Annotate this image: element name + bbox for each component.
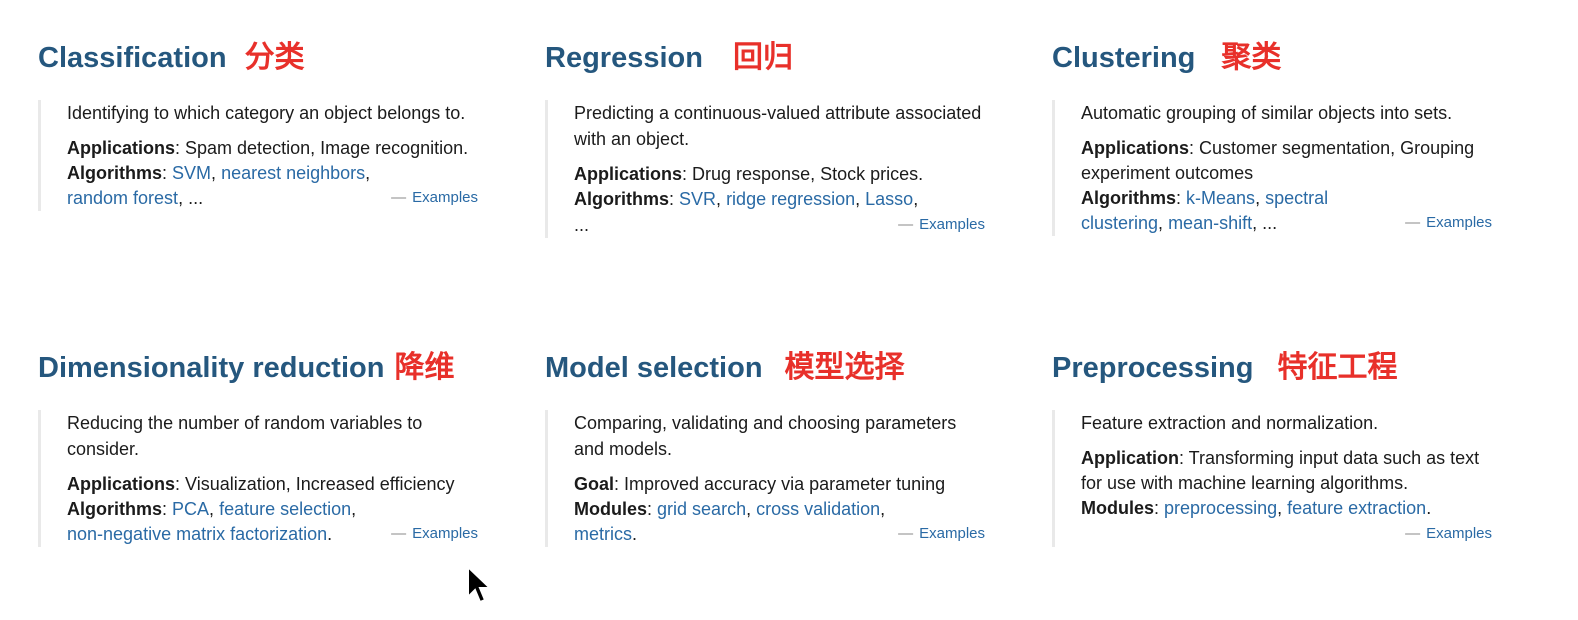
link-k-means[interactable]: k-Means [1186,188,1255,208]
link-non-negative-matrix-factorization[interactable]: non-negative matrix factorization [67,524,327,544]
modules-row: Modules: preprocessing, feature extracti… [1081,498,1432,518]
algorithms-label: Algorithms [67,499,163,519]
card-model-selection: Model selection 模型选择 Comparing, validati… [545,340,1025,547]
algorithms-row: Algorithms: k-Means, spectral clustering… [1081,186,1492,236]
card-description: Identifying to which category an object … [67,103,466,123]
applications-label: Applications [574,164,683,184]
algorithms-row: Algorithms: PCA, feature selection, non-… [67,497,478,547]
examples-link[interactable]: — Examples [898,212,985,238]
card-description: Reducing the number of random variables … [67,413,423,459]
algorithms-row: Algorithms: SVR, ridge regression, Lasso… [574,189,919,209]
card-title[interactable]: Preprocessing [1052,352,1253,385]
card-title-chinese: 模型选择 [784,350,905,385]
examples-link[interactable]: — Examples [391,521,478,547]
link-ridge-regression[interactable]: ridge regression [726,189,855,209]
card-body: Feature extraction and normalization. Ap… [1052,410,1492,547]
card-header: Model selection 模型选择 [545,340,1025,400]
card-description: Feature extraction and normalization. [1081,413,1379,433]
card-title-chinese: 特征工程 [1277,350,1398,385]
applications-label: Applications [67,474,176,494]
applications-row: Applications: Drug response, Stock price… [574,162,985,187]
link-lasso[interactable]: Lasso [865,189,913,209]
examples-row: ... — Examples [574,212,985,238]
link-preprocessing[interactable]: preprocessing [1164,498,1277,518]
card-dimensionality-reduction: Dimensionality reduction 降维 Reducing the… [38,340,518,547]
card-header: Preprocessing 特征工程 [1052,340,1532,400]
link-feature-extraction[interactable]: feature extraction [1287,498,1426,518]
card-body: Comparing, validating and choosing param… [545,410,985,547]
card-title[interactable]: Dimensionality reduction [38,352,384,385]
card-header: Regression 回归 [545,30,1025,90]
card-body: Identifying to which category an object … [38,100,478,211]
card-body: Predicting a continuous-valued attribute… [545,100,985,238]
link-metrics[interactable]: metrics [574,524,632,544]
card-title-chinese: 回归 [732,40,793,75]
goal-label: Goal [574,474,615,494]
algorithms-label: Algorithms [574,189,670,209]
algorithms-row: Algorithms: SVM, nearest neighbors, rand… [67,161,478,211]
examples-link[interactable]: — Examples [898,521,985,547]
mouse-pointer-icon [467,565,492,604]
goal-text: : Improved accuracy via parameter tuning [614,474,946,494]
ellipsis: ... [188,188,204,208]
algorithms-label: Algorithms [67,163,163,183]
card-preprocessing: Preprocessing 特征工程 Feature extraction an… [1052,340,1532,547]
card-description: Comparing, validating and choosing param… [574,413,957,459]
applications-text: : Drug response, Stock prices. [682,164,924,184]
card-title-chinese: 降维 [394,350,455,385]
link-feature-selection[interactable]: feature selection [219,499,351,519]
applications-row: Applications: Customer segmentation, Gro… [1081,136,1492,186]
card-header: Clustering 聚类 [1052,30,1532,90]
card-body: Reducing the number of random variables … [38,410,478,547]
examples-link[interactable]: — Examples [1405,210,1492,236]
card-title[interactable]: Model selection [545,352,763,385]
applications-label: Applications [1081,138,1190,158]
link-random-forest[interactable]: random forest [67,188,178,208]
card-title-chinese: 聚类 [1221,40,1282,75]
card-title[interactable]: Clustering [1052,42,1195,75]
ellipsis: ... [1262,213,1278,233]
card-description: Automatic grouping of similar objects in… [1081,103,1453,123]
card-header: Dimensionality reduction 降维 [38,340,518,400]
modules-row: Modules: grid search, cross validation, … [574,497,985,547]
applications-label: Applications [67,138,176,158]
modules-label: Modules [1081,498,1155,518]
card-body: Automatic grouping of similar objects in… [1052,100,1492,236]
examples-row: — Examples [1081,521,1492,547]
card-regression: Regression 回归 Predicting a continuous-va… [545,30,1025,238]
examples-link[interactable]: — Examples [1405,521,1492,547]
card-title-chinese: 分类 [244,40,305,75]
applications-row: Applications: Visualization, Increased e… [67,472,478,497]
card-title[interactable]: Classification [38,42,227,75]
link-svm[interactable]: SVM [172,163,211,183]
link-svr[interactable]: SVR [679,189,716,209]
link-cross-validation[interactable]: cross validation [756,499,880,519]
link-mean-shift[interactable]: mean-shift [1168,213,1252,233]
card-description: Predicting a continuous-valued attribute… [574,103,982,149]
goal-row: Goal: Improved accuracy via parameter tu… [574,472,985,497]
link-grid-search[interactable]: grid search [657,499,746,519]
applications-text: : Visualization, Increased efficiency [175,474,455,494]
card-title[interactable]: Regression [545,42,703,75]
link-nearest-neighbors[interactable]: nearest neighbors [221,163,365,183]
modules-label: Modules [574,499,648,519]
application-row: Application: Transforming input data suc… [1081,446,1492,496]
card-clustering: Clustering 聚类 Automatic grouping of simi… [1052,30,1532,236]
application-label: Application [1081,448,1179,468]
examples-link[interactable]: — Examples [391,185,478,211]
algorithms-label: Algorithms [1081,188,1177,208]
card-header: Classification 分类 [38,30,518,90]
applications-row: Applications: Spam detection, Image reco… [67,136,478,161]
ellipsis: ... [574,215,590,235]
applications-text: : Spam detection, Image recognition. [175,138,469,158]
link-pca[interactable]: PCA [172,499,209,519]
card-classification: Classification 分类 Identifying to which c… [38,30,518,211]
